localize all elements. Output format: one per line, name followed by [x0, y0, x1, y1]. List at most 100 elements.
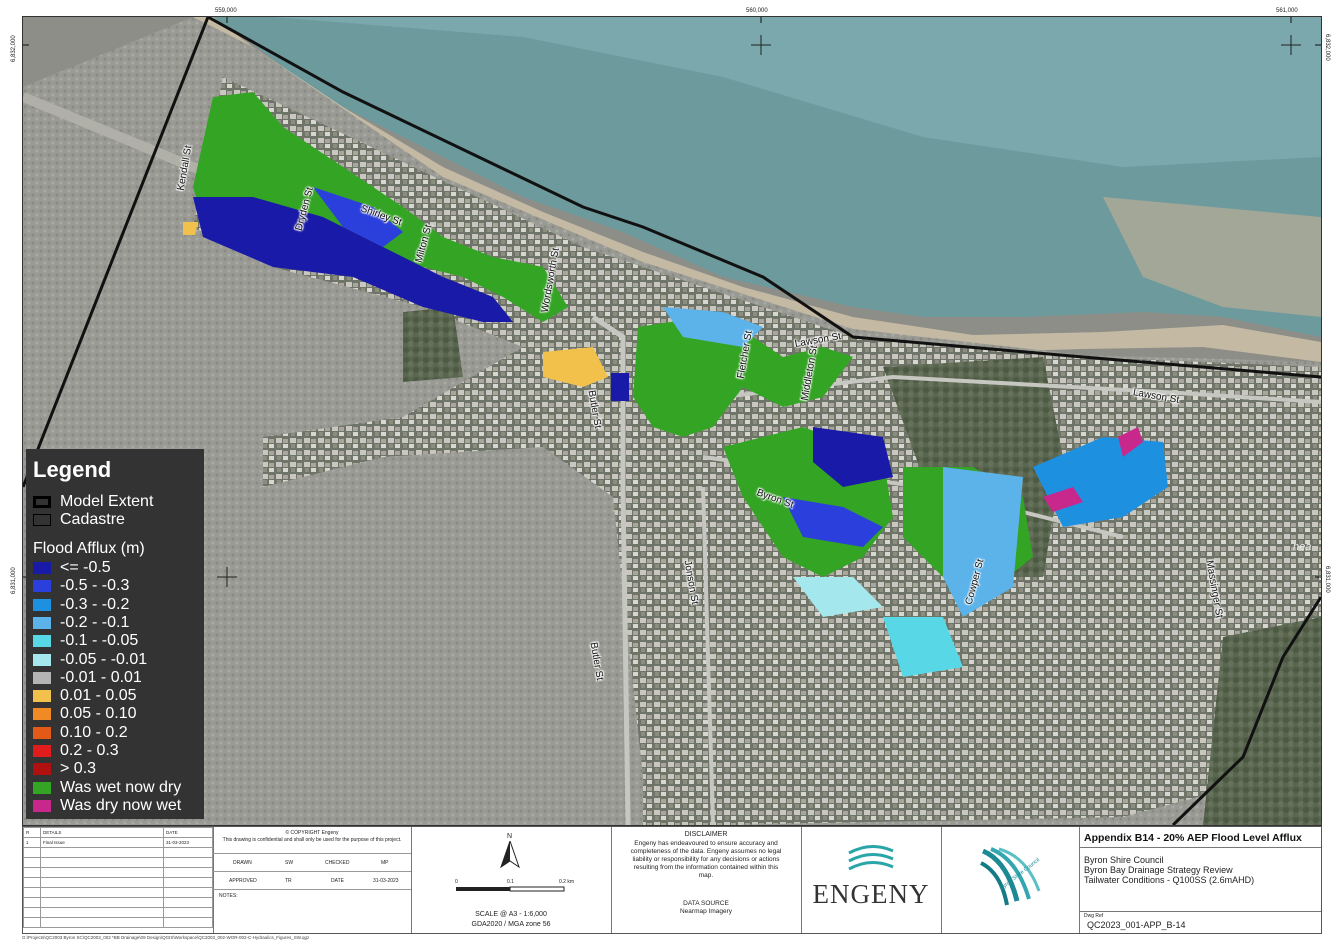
legend-swatch	[33, 598, 51, 611]
legend-label: > 0.3	[60, 760, 97, 778]
data-source-title: DATA SOURCE	[683, 900, 729, 907]
notes-label: NOTES:	[219, 893, 238, 899]
legend-label: Cadastre	[60, 511, 125, 528]
revision-panel: R DETAILS DATE 1 Final Issue 31-03-2023	[23, 827, 214, 933]
legend-title: Legend	[33, 457, 112, 482]
legend-item: 0.10 - 0.2	[33, 724, 128, 742]
disclaimer-title: DISCLAIMER	[684, 831, 728, 838]
legend-label: Was dry now wet	[60, 796, 182, 814]
checked-label: CHECKED	[325, 860, 350, 866]
legend-label: 0.01 - 0.05	[60, 687, 137, 705]
legend-item-cadastre: Cadastre	[33, 511, 125, 529]
revision-header-r: R	[23, 827, 41, 838]
disclaimer-panel: DISCLAIMER Engeny has endeavoured to ens…	[611, 827, 802, 933]
legend-item: -0.1 - -0.05	[33, 632, 138, 650]
legend-swatch	[33, 745, 51, 757]
scale-panel: N 0 0.1 0.2 km SCALE @ A3 - 1:6,000 GDA2…	[411, 827, 612, 933]
legend-item-model-extent: Model Extent	[33, 493, 153, 511]
map-legend: Legend Model Extent Cadastre Flood Afflu…	[26, 449, 204, 819]
drawing-number: QC2023_001-APP_B-14	[1087, 920, 1186, 930]
revision-header-date: DATE	[163, 827, 213, 838]
file-path: G:\Projects\QC2003 Byron SC\QC2003_002 *…	[22, 935, 310, 940]
aerial-map	[23, 17, 1321, 825]
revision-table: R DETAILS DATE 1 Final Issue 31-03-2023	[23, 827, 213, 928]
legend-label: -0.1 - -0.05	[60, 632, 139, 650]
data-source-text: Nearmap Imagery	[679, 908, 733, 915]
checked-value: MP	[381, 860, 389, 866]
legend-label: <= -0.5	[60, 559, 111, 576]
approved-value: TR	[285, 878, 292, 884]
legend-item: <= -0.5	[33, 559, 111, 577]
imagery-watermark: nea	[1293, 541, 1312, 553]
date-label: DATE	[331, 878, 344, 884]
legend-item: 0.2 - 0.3	[33, 742, 119, 760]
legend-label: Model Extent	[60, 493, 154, 510]
legend-swatch	[33, 671, 51, 684]
approval-panel: © COPYRIGHT Engeny This drawing is confi…	[213, 827, 412, 933]
legend-swatch	[33, 763, 51, 776]
legend-swatch	[33, 635, 51, 648]
north-label: N	[507, 833, 513, 840]
revision-date: 31-03-2023	[163, 837, 213, 848]
confidential-text: This drawing is confidential and shall o…	[222, 837, 402, 843]
legend-item: -0.2 - -0.1	[33, 614, 129, 632]
scenario-text: Tailwater Conditions - Q100SS (2.6mAHD)	[1084, 875, 1255, 885]
drawn-label: DRAWN	[233, 860, 252, 866]
legend-item: -0.3 - -0.2	[33, 596, 129, 614]
legend-label: Was wet now dry	[60, 778, 182, 796]
legend-item: Was dry now wet	[33, 797, 181, 815]
grid-label-left: 6,832,000	[11, 35, 17, 62]
legend-swatch	[33, 580, 51, 593]
legend-item: 0.05 - 0.10	[33, 705, 137, 723]
date-value: 31-03-2023	[373, 878, 399, 884]
legend-label: -0.3 - -0.2	[60, 595, 130, 613]
grid-label-top: 559,000	[215, 8, 237, 14]
engeny-logo-panel: ENGENY	[801, 827, 942, 933]
legend-swatch	[33, 799, 51, 812]
legend-item: -0.01 - 0.01	[33, 669, 142, 687]
scale-tick: 0	[455, 879, 458, 885]
legend-label: 0.10 - 0.2	[60, 723, 128, 741]
project-info-panel: Appendix B14 - 20% AEP Flood Level Afflu…	[1079, 827, 1321, 933]
copyright-text: © COPYRIGHT Engeny	[285, 830, 339, 836]
revision-number: 1	[23, 837, 41, 848]
table-row: 1 Final Issue 31-03-2023	[23, 837, 213, 848]
scale-tick: 0.2 km	[559, 879, 575, 885]
grid-label-right: 6,832,000	[1324, 34, 1330, 61]
park-vegetation	[403, 307, 463, 382]
afflux-le-neg05	[611, 373, 629, 401]
model-extent-swatch	[33, 496, 51, 508]
grid-label-top: 560,000	[746, 8, 768, 14]
legend-swatch	[33, 726, 51, 739]
scale-bar	[456, 886, 565, 892]
grid-label-left: 6,831,000	[11, 567, 17, 594]
disclaimer-text: Engeny has endeavoured to ensure accurac…	[630, 840, 782, 879]
legend-label: -0.2 - -0.1	[60, 613, 130, 631]
scale-text: SCALE @ A3 - 1:6,000	[475, 911, 547, 918]
project-name: Byron Bay Drainage Strategy Review	[1084, 865, 1233, 875]
legend-swatch	[33, 616, 51, 629]
grid-label-top: 561,000	[1276, 8, 1298, 14]
engeny-logo-text: ENGENY	[812, 879, 930, 909]
legend-swatch	[33, 781, 51, 794]
client-name: Byron Shire Council	[1084, 855, 1164, 865]
north-arrow-icon	[500, 841, 520, 869]
legend-label: -0.05 - -0.01	[60, 650, 148, 668]
legend-item: -0.5 - -0.3	[33, 577, 129, 595]
legend-label: 0.05 - 0.10	[60, 705, 137, 723]
drawing-ref-label: Dwg Ref	[1084, 913, 1104, 919]
legend-label: -0.5 - -0.3	[60, 577, 130, 595]
council-logo-panel: Byron Shire Council	[941, 827, 1080, 933]
legend-item: Was wet now dry	[33, 779, 181, 797]
legend-item: > 0.3	[33, 760, 96, 778]
crs-text: GDA2020 / MGA zone 56	[471, 921, 551, 928]
map-panel[interactable]: Kendall St Shirley St Dryden St Milton S…	[22, 16, 1322, 826]
appendix-title: Appendix B14 - 20% AEP Flood Level Afflu…	[1084, 832, 1302, 844]
legend-swatch	[33, 708, 51, 721]
legend-swatch	[33, 562, 51, 574]
revision-details: Final Issue	[40, 837, 164, 848]
legend-label: 0.2 - 0.3	[60, 742, 119, 759]
approved-label: APPROVED	[229, 878, 257, 884]
legend-item: -0.05 - -0.01	[33, 651, 147, 669]
revision-header-details: DETAILS	[40, 827, 164, 838]
